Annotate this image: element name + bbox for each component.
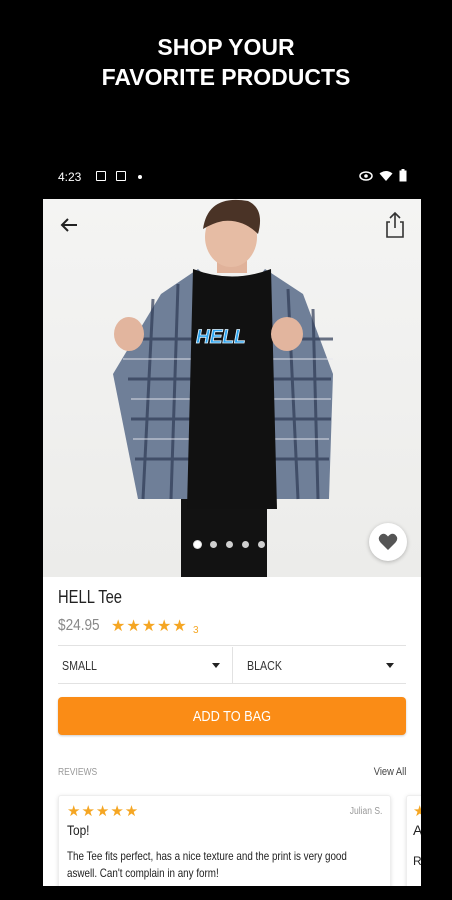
status-bar: 4:23 (43, 155, 421, 199)
review-title: A (413, 822, 421, 838)
color-select[interactable]: BLACK (232, 647, 406, 683)
share-icon[interactable] (383, 211, 407, 239)
status-time: 4:23 (58, 170, 82, 184)
add-to-bag-label: ADD TO BAG (192, 707, 272, 725)
pagination-dot[interactable] (226, 541, 233, 548)
size-select-value: SMALL (62, 657, 97, 673)
divider (58, 645, 406, 646)
tee-print: HELL (196, 327, 246, 348)
image-icon (96, 171, 106, 181)
heart-icon (378, 533, 398, 550)
pagination-dot[interactable] (258, 541, 265, 548)
promo-line-1: SHOP YOUR (157, 34, 295, 60)
battery-icon (399, 169, 407, 182)
reviews-header: REVIEWS (58, 767, 98, 778)
eye-icon (359, 170, 373, 181)
add-to-bag-button[interactable]: ADD TO BAG (58, 697, 406, 735)
dot-icon (138, 175, 142, 179)
product-price: $24.95 (58, 617, 100, 634)
review-card-partial[interactable]: ★ A R (406, 795, 421, 886)
phone-screen: 4:23 HELL HELL Tee $24.95 ★★★★★ 3 SMALL … (43, 155, 421, 886)
product-photo: HELL (113, 199, 333, 577)
review-card[interactable]: ★★★★★ Julian S. Top! The Tee fits perfec… (58, 795, 391, 886)
pagination-dot[interactable] (242, 541, 249, 548)
review-author: Julian S. (349, 806, 382, 817)
review-body: The Tee fits perfect, has a nice texture… (67, 849, 347, 880)
product-image[interactable]: HELL (43, 199, 421, 577)
rating-count: 3 (193, 625, 199, 636)
review-title: Top! (67, 822, 90, 838)
calendar-icon (116, 171, 126, 181)
pagination-dot[interactable] (210, 541, 217, 548)
size-select[interactable]: SMALL (58, 647, 232, 683)
back-arrow-icon[interactable] (57, 213, 81, 237)
review-stars: ★ (413, 802, 421, 820)
pagination-dot-active[interactable] (194, 541, 201, 548)
chevron-down-icon (386, 663, 394, 668)
color-select-value: BLACK (247, 657, 282, 673)
rating-stars[interactable]: ★★★★★ (111, 616, 188, 636)
favorite-button[interactable] (369, 523, 407, 561)
divider (58, 683, 406, 684)
chevron-down-icon (212, 663, 220, 668)
view-all-reviews-link[interactable]: View All (373, 766, 406, 778)
image-pagination[interactable] (194, 541, 265, 548)
product-title: HELL Tee (58, 587, 123, 607)
promo-line-2: FAVORITE PRODUCTS (101, 64, 351, 90)
review-body: R (413, 854, 421, 868)
wifi-icon (379, 170, 393, 181)
promo-headline: SHOP YOUR FAVORITE PRODUCTS (0, 32, 452, 92)
review-stars: ★★★★★ (67, 803, 140, 820)
